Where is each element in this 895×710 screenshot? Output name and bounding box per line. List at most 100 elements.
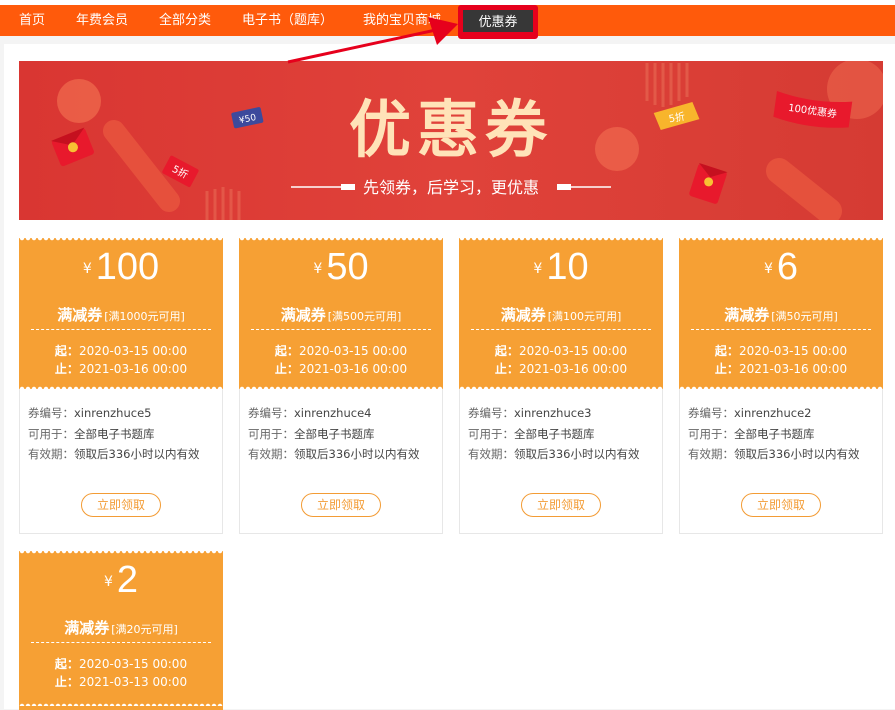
- tag-yellow-icon: 5折: [653, 102, 700, 130]
- nav-item-coupons-highlight: 优惠券: [458, 5, 538, 39]
- coupon-code: 券编号：xinrenzhuce3: [468, 405, 591, 421]
- coupon-code: 券编号：xinrenzhuce4: [248, 405, 371, 421]
- scope-label: 可用于：: [248, 427, 294, 441]
- coupon-value: 10: [546, 246, 589, 288]
- start-label: 起：: [274, 344, 299, 358]
- currency-symbol: ¥: [533, 261, 543, 277]
- nav-item-annual-membership[interactable]: 年费会员: [76, 5, 128, 36]
- start-value: 2020-03-15 00:00: [738, 344, 848, 358]
- coupon-value: 6: [776, 246, 799, 288]
- end-label: 止：: [54, 675, 79, 689]
- end-value: 2021-03-13 00:00: [78, 675, 188, 689]
- coupon-end-date: 止：2021-03-16 00:00: [19, 360, 223, 377]
- coupon-start-date: 起：2020-03-15 00:00: [239, 342, 443, 359]
- validity-label: 有效期：: [468, 447, 514, 461]
- coupon-edge-serration: [19, 702, 223, 706]
- start-label: 起：: [54, 344, 79, 358]
- coupon-card: ¥10 满减券 [满100元可用] 起：2020-03-15 00:00 止：20…: [459, 238, 663, 534]
- scope-value: 全部电子书题库: [514, 427, 595, 441]
- coupon-validity: 有效期：领取后336小时以内有效: [28, 446, 199, 462]
- coupon-condition: [满50元可用]: [771, 310, 838, 323]
- coupon-value: 100: [95, 246, 160, 288]
- currency-symbol: ¥: [313, 261, 323, 277]
- coupon-code: 券编号：xinrenzhuce5: [28, 405, 151, 421]
- coupon-type-label: 满减券: [724, 306, 770, 324]
- validity-value: 领取后336小时以内有效: [74, 447, 200, 461]
- banner-subtitle: 先领券，后学习，更优惠: [363, 178, 539, 197]
- code-value: xinrenzhuce4: [294, 406, 372, 420]
- end-label: 止：: [274, 362, 299, 376]
- start-label: 起：: [494, 344, 519, 358]
- claim-button[interactable]: 立即领取: [81, 493, 161, 517]
- coupon-end-date: 止：2021-03-16 00:00: [459, 360, 663, 377]
- banner-decor-circle: [595, 127, 639, 171]
- nav-item-coupons[interactable]: 优惠券: [463, 10, 533, 32]
- code-label: 券编号：: [468, 406, 514, 420]
- coupon-scope: 可用于：全部电子书题库: [468, 426, 595, 442]
- end-value: 2021-03-16 00:00: [78, 362, 188, 376]
- claim-button[interactable]: 立即领取: [301, 493, 381, 517]
- top-nav-bar: 首页 年费会员 全部分类 电子书（题库） 我的宝贝商城 优惠券: [0, 5, 895, 39]
- nav-item-home[interactable]: 首页: [19, 5, 45, 36]
- tag-blue-icon: ¥50: [231, 107, 264, 129]
- coupon-value: 2: [116, 559, 139, 601]
- coupon-divider: [471, 329, 651, 330]
- nav-item-ebooks[interactable]: 电子书（题库）: [242, 5, 333, 36]
- start-label: 起：: [54, 657, 79, 671]
- scope-label: 可用于：: [688, 427, 734, 441]
- scope-label: 可用于：: [28, 427, 74, 441]
- coupon-scope: 可用于：全部电子书题库: [688, 426, 815, 442]
- coupon-type: 满减券 [满1000元可用]: [19, 304, 223, 325]
- coupon-type-label: 满减券: [500, 306, 546, 324]
- start-value: 2020-03-15 00:00: [78, 657, 188, 671]
- coupon-edge-serration: [679, 385, 883, 389]
- start-value: 2020-03-15 00:00: [298, 344, 408, 358]
- currency-symbol: ¥: [103, 574, 113, 590]
- validity-label: 有效期：: [28, 447, 74, 461]
- coupon-edge-serration: [239, 385, 443, 389]
- coupon-end-date: 止：2021-03-13 00:00: [19, 673, 223, 690]
- end-value: 2021-03-16 00:00: [738, 362, 848, 376]
- start-label: 起：: [714, 344, 739, 358]
- coupon-amount: ¥2: [19, 559, 223, 602]
- end-label: 止：: [714, 362, 739, 376]
- coupon-card: ¥100 满减券 [满1000元可用] 起：2020-03-15 00:00 止：…: [19, 238, 223, 534]
- coupon-end-date: 止：2021-03-16 00:00: [679, 360, 883, 377]
- nav-item-my-mall[interactable]: 我的宝贝商城: [363, 5, 441, 36]
- coupon-condition: [满100元可用]: [547, 310, 622, 323]
- red-envelope-icon: [51, 127, 94, 167]
- end-value: 2021-03-16 00:00: [518, 362, 628, 376]
- coupon-condition: [满20元可用]: [111, 623, 178, 636]
- claim-button[interactable]: 立即领取: [741, 493, 821, 517]
- currency-symbol: ¥: [82, 261, 92, 277]
- coupon-edge-serration: [459, 385, 663, 389]
- coupon-validity: 有效期：领取后336小时以内有效: [688, 446, 859, 462]
- validity-value: 领取后336小时以内有效: [514, 447, 640, 461]
- validity-value: 领取后336小时以内有效: [734, 447, 860, 461]
- coupon-divider: [31, 642, 211, 643]
- coupon-header: ¥100 满减券 [满1000元可用] 起：2020-03-15 00:00 止：…: [19, 238, 223, 389]
- coupon-divider: [31, 329, 211, 330]
- coupon-header: ¥6 满减券 [满50元可用] 起：2020-03-15 00:00 止：2021…: [679, 238, 883, 389]
- coupon-type: 满减券 [满500元可用]: [239, 304, 443, 325]
- coupon-divider: [691, 329, 871, 330]
- claim-button[interactable]: 立即领取: [521, 493, 601, 517]
- scope-value: 全部电子书题库: [294, 427, 375, 441]
- start-value: 2020-03-15 00:00: [78, 344, 188, 358]
- coupon-edge-serration: [19, 385, 223, 389]
- code-label: 券编号：: [28, 406, 74, 420]
- red-envelope-icon: [689, 163, 728, 204]
- coupon-type: 满减券 [满100元可用]: [459, 304, 663, 325]
- coupon-edge-serration: [239, 238, 443, 242]
- coupon-amount: ¥10: [459, 246, 663, 289]
- coupon-validity: 有效期：领取后336小时以内有效: [248, 446, 419, 462]
- coupon-card: ¥50 满减券 [满500元可用] 起：2020-03-15 00:00 止：20…: [239, 238, 443, 534]
- coupon-header: ¥50 满减券 [满500元可用] 起：2020-03-15 00:00 止：20…: [239, 238, 443, 389]
- coupon-start-date: 起：2020-03-15 00:00: [679, 342, 883, 359]
- nav-item-all-categories[interactable]: 全部分类: [159, 5, 211, 36]
- code-label: 券编号：: [248, 406, 294, 420]
- banner-decor-circle: [57, 79, 101, 123]
- code-label: 券编号：: [688, 406, 734, 420]
- coupon-amount: ¥100: [19, 246, 223, 289]
- coupon-start-date: 起：2020-03-15 00:00: [19, 655, 223, 672]
